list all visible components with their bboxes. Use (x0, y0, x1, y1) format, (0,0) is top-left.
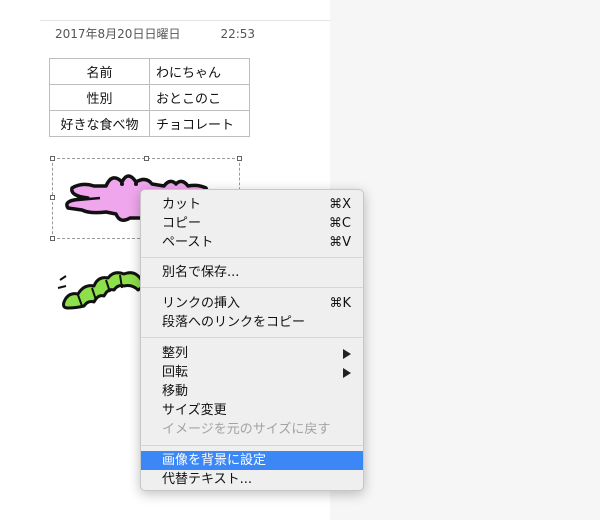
menu-item-label: リンクの挿入 (162, 296, 241, 311)
menu-item-label: 移動 (162, 384, 189, 399)
menu-item-cut[interactable]: カット ⌘X (141, 195, 363, 214)
menu-separator (141, 445, 363, 446)
menu-item-align[interactable]: 整列 (141, 344, 363, 363)
menu-item-label: 整列 (162, 346, 189, 361)
resize-handle[interactable] (144, 156, 149, 161)
menu-item-label: コピー (162, 216, 202, 231)
context-menu: カット ⌘X コピー ⌘C ペースト ⌘V 別名で保存... リンクの挿入 ⌘K… (140, 189, 364, 491)
date-line: 2017年8月20日日曜日 22:53 (55, 25, 255, 42)
menu-item-alt-text[interactable]: 代替テキスト... (141, 470, 363, 489)
menu-item-copy[interactable]: コピー ⌘C (141, 214, 363, 233)
shortcut-label: ⌘V (329, 235, 351, 250)
time-text: 22:53 (220, 27, 256, 41)
resize-handle[interactable] (50, 156, 55, 161)
date-text: 2017年8月20日日曜日 (55, 27, 181, 41)
menu-item-insert-link[interactable]: リンクの挿入 ⌘K (141, 294, 363, 313)
table-row: 好きな食べ物 チョコレート (49, 110, 250, 137)
resize-handle[interactable] (237, 156, 242, 161)
menu-item-move[interactable]: 移動 (141, 382, 363, 401)
table-row: 名前 わにちゃん (49, 58, 250, 85)
menu-item-save-as[interactable]: 別名で保存... (141, 263, 363, 282)
menu-item-label: カット (162, 197, 202, 212)
menu-item-rotate[interactable]: 回転 (141, 363, 363, 382)
menu-item-set-as-background[interactable]: 画像を背景に設定 (141, 451, 363, 470)
menu-separator (141, 257, 363, 258)
table-key[interactable]: 好きな食べ物 (49, 110, 150, 137)
menu-item-resize[interactable]: サイズ変更 (141, 401, 363, 420)
resize-handle[interactable] (50, 236, 55, 241)
caterpillar-illustration[interactable] (54, 262, 154, 312)
menu-item-label: 段落へのリンクをコピー (162, 315, 306, 330)
menu-separator (141, 287, 363, 288)
table-row: 性別 おとこのこ (49, 84, 250, 111)
table-key[interactable]: 性別 (49, 84, 150, 111)
menu-item-label: サイズ変更 (162, 403, 227, 418)
shortcut-label: ⌘K (329, 296, 351, 311)
menu-item-label: ペースト (162, 235, 214, 250)
table-value[interactable]: わにちゃん (149, 58, 250, 85)
menu-item-label: 画像を背景に設定 (162, 453, 267, 468)
info-table: 名前 わにちゃん 性別 おとこのこ 好きな食べ物 チョコレート (49, 58, 250, 137)
divider (40, 20, 330, 21)
shortcut-label: ⌘X (329, 197, 351, 212)
table-value[interactable]: おとこのこ (149, 84, 250, 111)
menu-item-label: 回転 (162, 365, 189, 380)
menu-item-label: 代替テキスト... (162, 472, 253, 487)
submenu-arrow-icon (343, 349, 351, 359)
menu-separator (141, 337, 363, 338)
menu-item-copy-paragraph-link[interactable]: 段落へのリンクをコピー (141, 313, 363, 332)
submenu-arrow-icon (343, 368, 351, 378)
resize-handle[interactable] (50, 195, 55, 200)
table-key[interactable]: 名前 (49, 58, 150, 85)
menu-item-restore-original-size: イメージを元のサイズに戻す (141, 420, 363, 439)
menu-item-label: イメージを元のサイズに戻す (162, 422, 331, 437)
right-pane (330, 0, 600, 520)
table-value[interactable]: チョコレート (149, 110, 250, 137)
menu-item-label: 別名で保存... (162, 265, 240, 280)
shortcut-label: ⌘C (328, 216, 351, 231)
menu-item-paste[interactable]: ペースト ⌘V (141, 233, 363, 252)
